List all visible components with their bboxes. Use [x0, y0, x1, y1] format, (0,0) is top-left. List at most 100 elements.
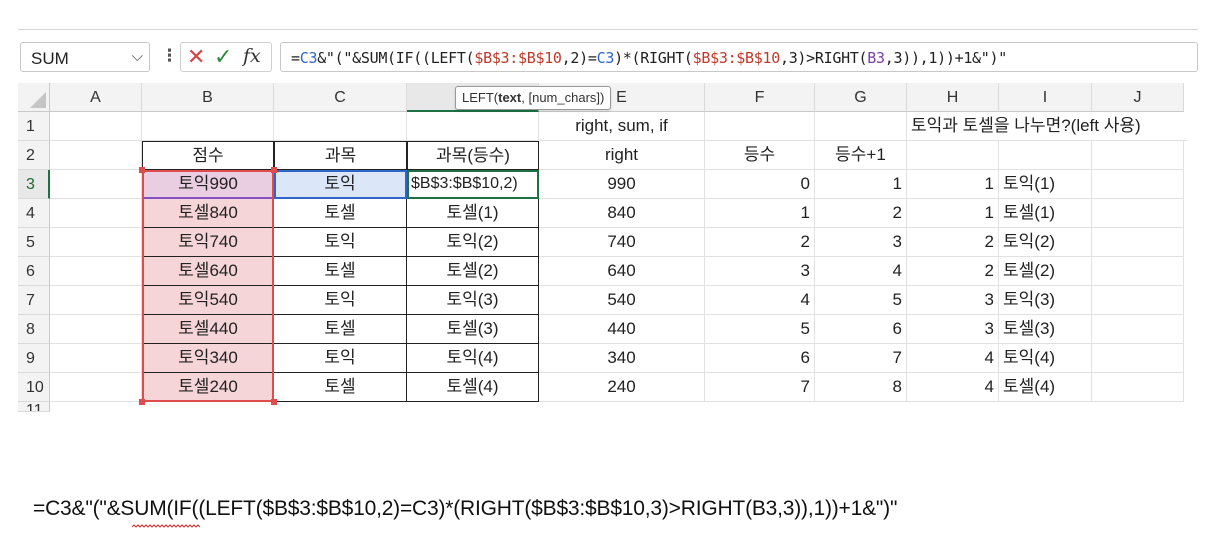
split-rank-cell[interactable]: 4	[907, 344, 999, 373]
cell-a4[interactable]	[50, 199, 142, 228]
row-header-8[interactable]: 8	[18, 315, 50, 344]
rank-plus1-cell[interactable]: 8	[815, 373, 907, 402]
row-header-11[interactable]: 11	[18, 402, 50, 412]
cell-j8[interactable]	[1092, 315, 1184, 344]
cell-a9[interactable]	[50, 344, 142, 373]
split-label-cell[interactable]: 토셀(2)	[999, 257, 1092, 286]
split-rank-cell[interactable]: 2	[907, 228, 999, 257]
cell-a6[interactable]	[50, 257, 142, 286]
subject-rank-cell[interactable]: 토셀(2)	[407, 257, 539, 286]
cell-h2[interactable]	[907, 141, 999, 170]
cell-d1[interactable]	[407, 112, 539, 141]
header-score[interactable]: 점수	[142, 141, 274, 170]
score-cell[interactable]: 토익990	[142, 170, 274, 199]
cancel-icon[interactable]: ✕	[187, 44, 205, 70]
rank-plus1-cell[interactable]: 2	[815, 199, 907, 228]
subject-cell[interactable]: 토익	[274, 170, 407, 199]
subject-cell[interactable]: 토익	[274, 228, 407, 257]
column-header-c[interactable]: C	[274, 83, 407, 112]
cell-j9[interactable]	[1092, 344, 1184, 373]
row-header-1[interactable]: 1	[18, 112, 50, 141]
rank-cell[interactable]: 5	[705, 315, 815, 344]
range-handle[interactable]	[139, 399, 145, 405]
cell-c1[interactable]	[274, 112, 407, 141]
split-label-cell[interactable]: 토셀(3)	[999, 315, 1092, 344]
cell-a2[interactable]	[50, 141, 142, 170]
cell-j7[interactable]	[1092, 286, 1184, 315]
score-cell[interactable]: 토셀440	[142, 315, 274, 344]
rank-cell[interactable]: 6	[705, 344, 815, 373]
header-rank-plus1[interactable]: 등수+1	[815, 141, 907, 170]
rank-cell[interactable]: 3	[705, 257, 815, 286]
subject-rank-cell[interactable]: 토셀(3)	[407, 315, 539, 344]
range-handle[interactable]	[139, 167, 145, 173]
header-right[interactable]: right	[539, 141, 705, 170]
rank-plus1-cell[interactable]: 5	[815, 286, 907, 315]
subject-cell[interactable]: 토익	[274, 286, 407, 315]
split-label-cell[interactable]: 토셀(4)	[999, 373, 1092, 402]
cell-j4[interactable]	[1092, 199, 1184, 228]
score-cell[interactable]: 토익740	[142, 228, 274, 257]
cell-j10[interactable]	[1092, 373, 1184, 402]
header-e1[interactable]: right, sum, if	[539, 112, 705, 141]
row-header-6[interactable]: 6	[18, 257, 50, 286]
row-header-5[interactable]: 5	[18, 228, 50, 257]
subject-rank-cell[interactable]: 토익(4)	[407, 344, 539, 373]
subject-cell[interactable]: 토셀	[274, 373, 407, 402]
right-cell[interactable]: 640	[539, 257, 705, 286]
cell-b1[interactable]	[142, 112, 274, 141]
subject-cell[interactable]: 토셀	[274, 257, 407, 286]
right-cell[interactable]: 990	[539, 170, 705, 199]
cell-j5[interactable]	[1092, 228, 1184, 257]
header-h1[interactable]: 토익과 토셀을 나누면?(left 사용)	[907, 112, 1187, 141]
subject-cell[interactable]: 토셀	[274, 315, 407, 344]
cell-a5[interactable]	[50, 228, 142, 257]
split-rank-cell[interactable]: 3	[907, 286, 999, 315]
cell-j2[interactable]	[1092, 141, 1184, 170]
score-cell[interactable]: 토셀640	[142, 257, 274, 286]
cell-g1[interactable]	[815, 112, 907, 141]
split-label-cell[interactable]: 토익(3)	[999, 286, 1092, 315]
subject-rank-cell[interactable]: 토셀(1)	[407, 199, 539, 228]
spreadsheet-grid[interactable]: ABCDEFGHIJ1234567891011right, sum, if토익과…	[18, 83, 1198, 413]
subject-cell[interactable]: 토익	[274, 344, 407, 373]
active-edit-cell[interactable]: $B$3:$B$10,2)	[407, 170, 539, 199]
column-header-g[interactable]: G	[815, 83, 907, 112]
header-rank[interactable]: 등수	[705, 141, 815, 170]
chevron-down-icon[interactable]: ⌵	[132, 48, 143, 65]
cell-j3[interactable]	[1092, 170, 1184, 199]
split-label-cell[interactable]: 토익(4)	[999, 344, 1092, 373]
rank-plus1-cell[interactable]: 4	[815, 257, 907, 286]
row-header-10[interactable]: 10	[18, 373, 50, 402]
column-header-f[interactable]: F	[705, 83, 815, 112]
cell-a1[interactable]	[50, 112, 142, 141]
cell-i2[interactable]	[999, 141, 1092, 170]
subject-rank-cell[interactable]: 토셀(4)	[407, 373, 539, 402]
rank-cell[interactable]: 7	[705, 373, 815, 402]
row-header-2[interactable]: 2	[18, 141, 50, 170]
split-rank-cell[interactable]: 3	[907, 315, 999, 344]
split-rank-cell[interactable]: 2	[907, 257, 999, 286]
header-subject[interactable]: 과목	[274, 141, 407, 170]
right-cell[interactable]: 840	[539, 199, 705, 228]
right-cell[interactable]: 240	[539, 373, 705, 402]
rank-cell[interactable]: 2	[705, 228, 815, 257]
row-header-4[interactable]: 4	[18, 199, 50, 228]
column-header-i[interactable]: I	[999, 83, 1092, 112]
split-rank-cell[interactable]: 1	[907, 170, 999, 199]
score-cell[interactable]: 토익540	[142, 286, 274, 315]
split-label-cell[interactable]: 토익(2)	[999, 228, 1092, 257]
split-label-cell[interactable]: 토익(1)	[999, 170, 1092, 199]
cell-a10[interactable]	[50, 373, 142, 402]
select-all-corner[interactable]	[18, 83, 50, 112]
column-header-a[interactable]: A	[50, 83, 142, 112]
rank-cell[interactable]: 4	[705, 286, 815, 315]
subject-cell[interactable]: 토셀	[274, 199, 407, 228]
insert-function-icon[interactable]: fx	[243, 45, 261, 67]
split-label-cell[interactable]: 토셀(1)	[999, 199, 1092, 228]
split-rank-cell[interactable]: 1	[907, 199, 999, 228]
rank-plus1-cell[interactable]: 7	[815, 344, 907, 373]
rank-cell[interactable]: 1	[705, 199, 815, 228]
cell-j6[interactable]	[1092, 257, 1184, 286]
more-options-icon[interactable]: ⋮	[161, 46, 178, 66]
